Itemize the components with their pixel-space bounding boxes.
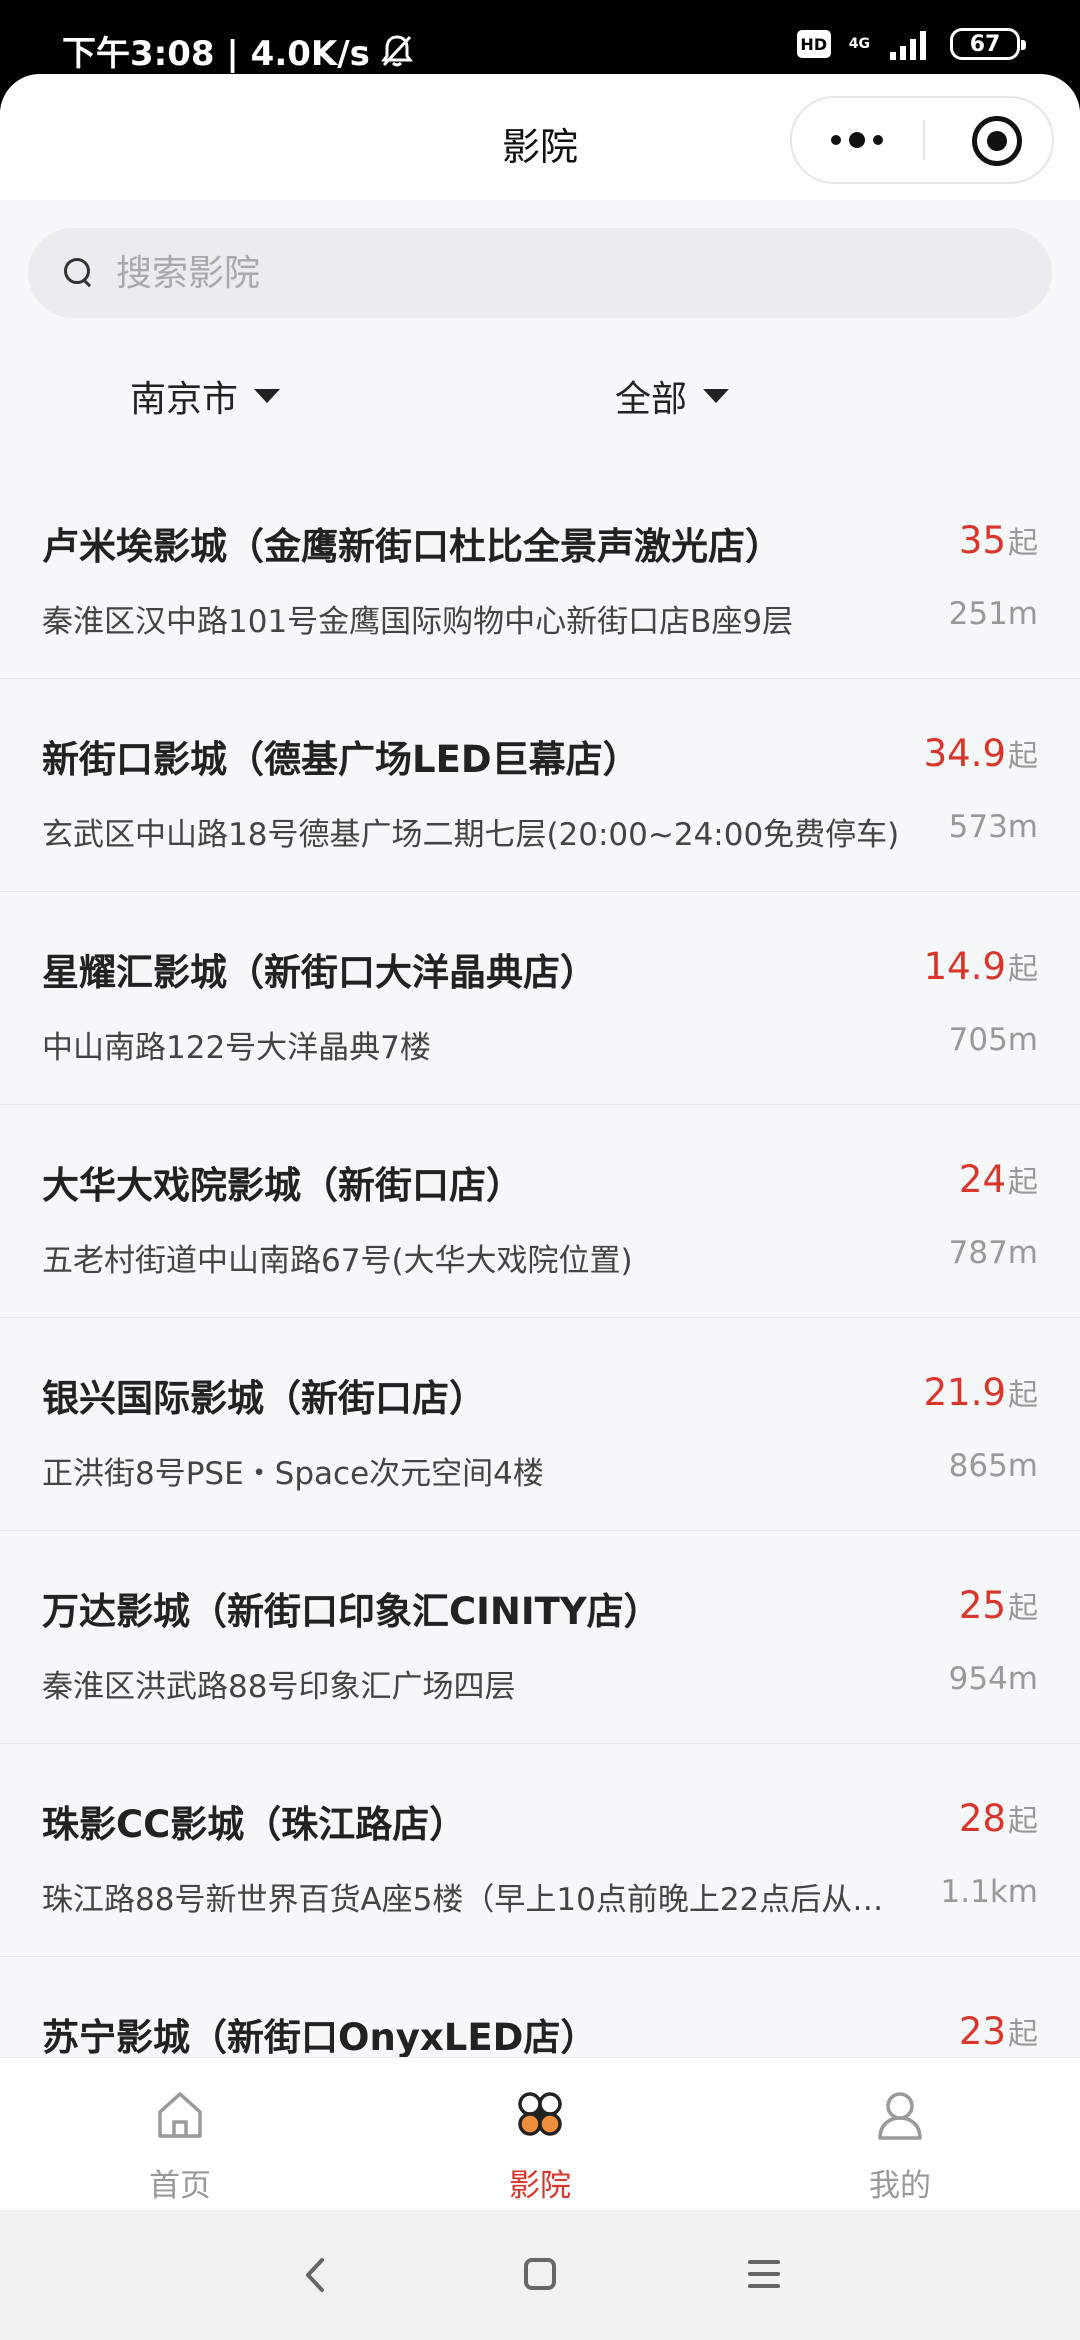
- status-right: HD 4G 67: [796, 28, 1026, 60]
- cinema-distance: 787m: [948, 1235, 1038, 1271]
- price-unit: 起: [1008, 739, 1038, 774]
- home-square-icon[interactable]: [510, 2250, 570, 2300]
- price-value: 23: [958, 2010, 1006, 2053]
- search-bar[interactable]: [28, 228, 1052, 318]
- cinema-item[interactable]: 珠影CC影城（珠江路店） 28起 珠江路88号新世界百货A座5楼（早上10点前晚…: [0, 1744, 1080, 1957]
- cinema-item[interactable]: 银兴国际影城（新街口店） 21.9起 正洪街8号PSE・Space次元空间4楼 …: [0, 1318, 1080, 1531]
- cinema-price: 14.9起: [924, 944, 1038, 988]
- price-unit: 起: [1008, 1804, 1038, 1839]
- price-unit: 起: [1008, 1378, 1038, 1413]
- home-icon: [158, 2092, 202, 2138]
- back-icon[interactable]: [286, 2250, 346, 2300]
- cinema-item[interactable]: 卢米埃影城（金鹰新街口杜比全景声激光店） 35起 秦淮区汉中路101号金鹰国际购…: [0, 466, 1080, 679]
- cinema-address: 秦淮区洪武路88号印象汇广场四层: [42, 1669, 516, 1705]
- cinema-item[interactable]: 新街口影城（德基广场LED巨幕店） 34.9起 玄武区中山路18号德基广场二期七…: [0, 679, 1080, 892]
- cinema-distance: 954m: [948, 1661, 1038, 1697]
- filter-bar: 南京市 全部: [0, 370, 1080, 450]
- tab-home-label: 首页: [149, 2168, 211, 2204]
- status-time-speed: 下午3:08 | 4.0K/s: [62, 34, 370, 74]
- navigation-bar: 影院: [0, 74, 1080, 200]
- price-value: 35: [958, 519, 1006, 562]
- cinema-distance: 251m: [948, 596, 1038, 632]
- price-unit: 起: [1008, 1591, 1038, 1626]
- cinema-name: 银兴国际影城（新街口店）: [42, 1377, 486, 1420]
- cinema-list: 卢米埃影城（金鹰新街口杜比全景声激光店） 35起 秦淮区汉中路101号金鹰国际购…: [0, 466, 1080, 2170]
- cinema-distance: 865m: [948, 1448, 1038, 1484]
- cinema-address: 正洪街8号PSE・Space次元空间4楼: [42, 1456, 544, 1492]
- cinema-name: 万达影城（新街口印象汇CINITY店）: [42, 1590, 661, 1633]
- cinema-distance: 705m: [948, 1022, 1038, 1058]
- cinema-name: 大华大戏院影城（新街口店）: [42, 1164, 523, 1207]
- cinema-price: 25起: [959, 1583, 1038, 1627]
- price-unit: 起: [1008, 1165, 1038, 1200]
- more-dot-icon: [849, 132, 865, 148]
- app-window: 影院 南京市 全部 卢米埃影城（金鹰新街口杜比全景声激光店） 35起: [0, 74, 1080, 2210]
- search-input[interactable]: [116, 252, 916, 294]
- cinema-price: 24起: [959, 1157, 1038, 1201]
- cinema-address: 珠江路88号新世界百货A座5楼（早上10点前晚上22点后从…: [42, 1882, 884, 1918]
- close-target-icon[interactable]: [972, 116, 1022, 166]
- city-filter-label: 南京市: [130, 379, 239, 420]
- cinema-price: 35起: [959, 518, 1038, 562]
- mute-bell-icon: [380, 34, 413, 66]
- cinema-item[interactable]: 大华大戏院影城（新街口店） 24起 五老村街道中山南路67号(大华大戏院位置) …: [0, 1105, 1080, 1318]
- tab-mine-label: 我的: [869, 2168, 931, 2204]
- menu-icon[interactable]: [734, 2250, 794, 2300]
- more-button[interactable]: [792, 98, 922, 182]
- price-unit: 起: [1008, 2017, 1038, 2052]
- category-filter-label: 全部: [615, 379, 688, 420]
- tab-mine[interactable]: 我的: [780, 2058, 1020, 2210]
- battery-level: 67: [969, 31, 1001, 57]
- cinema-distance: 1.1km: [940, 1874, 1038, 1910]
- cinema-name: 苏宁影城（新街口OnyxLED店）: [42, 2016, 598, 2059]
- caret-down-icon: [254, 389, 281, 403]
- cinema-address: 秦淮区汉中路101号金鹰国际购物中心新街口店B座9层: [42, 604, 794, 640]
- tab-home[interactable]: 首页: [60, 2058, 300, 2210]
- price-value: 14.9: [923, 945, 1006, 988]
- tab-cinema-label: 影院: [509, 2168, 571, 2204]
- cinema-price: 34.9起: [924, 731, 1038, 775]
- more-dot-icon: [873, 135, 883, 145]
- cinema-name: 新街口影城（德基广场LED巨幕店）: [42, 738, 640, 781]
- cinema-price: 21.9起: [924, 1370, 1038, 1414]
- price-value: 28: [958, 1797, 1006, 1840]
- more-dot-icon: [831, 135, 841, 145]
- price-value: 21.9: [923, 1371, 1006, 1414]
- cinema-distance: 573m: [948, 809, 1038, 845]
- network-type: 4G: [848, 36, 870, 52]
- category-filter[interactable]: 全部: [615, 370, 730, 422]
- mini-program-capsule: [790, 96, 1054, 184]
- signal-icon: [890, 31, 926, 60]
- cinema-item[interactable]: 万达影城（新街口印象汇CINITY店） 25起 秦淮区洪武路88号印象汇广场四层…: [0, 1531, 1080, 1744]
- caret-down-icon: [703, 389, 730, 403]
- cinema-item[interactable]: 星耀汇影城（新街口大洋晶典店） 14.9起 中山南路122号大洋晶典7楼 705…: [0, 892, 1080, 1105]
- price-value: 25: [958, 1584, 1006, 1627]
- cinema-name: 星耀汇影城（新街口大洋晶典店）: [42, 951, 597, 994]
- price-value: 24: [958, 1158, 1006, 1201]
- price-value: 34.9: [923, 732, 1006, 775]
- battery-icon: 67: [950, 28, 1026, 60]
- system-navigation-bar: [0, 2210, 1080, 2340]
- status-left: 下午3:08 | 4.0K/s: [62, 26, 416, 75]
- cinema-price: 28起: [959, 1796, 1038, 1840]
- tab-bar: 首页 影院 我的: [0, 2057, 1080, 2210]
- user-icon: [878, 2092, 922, 2140]
- price-unit: 起: [1008, 952, 1038, 987]
- cinema-address: 中山南路122号大洋晶典7楼: [42, 1030, 431, 1066]
- cinema-film-reel-icon: [518, 2092, 562, 2136]
- cinema-address: 玄武区中山路18号德基广场二期七层(20:00~24:00免费停车): [42, 817, 900, 853]
- cinema-price: 23起: [959, 2009, 1038, 2053]
- search-icon: [64, 258, 94, 288]
- cinema-name: 珠影CC影城（珠江路店）: [42, 1803, 467, 1846]
- capsule-divider: [923, 120, 925, 160]
- cinema-address: 五老村街道中山南路67号(大华大戏院位置): [42, 1243, 633, 1279]
- cinema-name: 卢米埃影城（金鹰新街口杜比全景声激光店）: [42, 525, 782, 568]
- city-filter[interactable]: 南京市: [130, 370, 281, 422]
- hd-badge: HD: [796, 30, 831, 58]
- price-unit: 起: [1008, 526, 1038, 561]
- tab-cinema[interactable]: 影院: [420, 2058, 660, 2210]
